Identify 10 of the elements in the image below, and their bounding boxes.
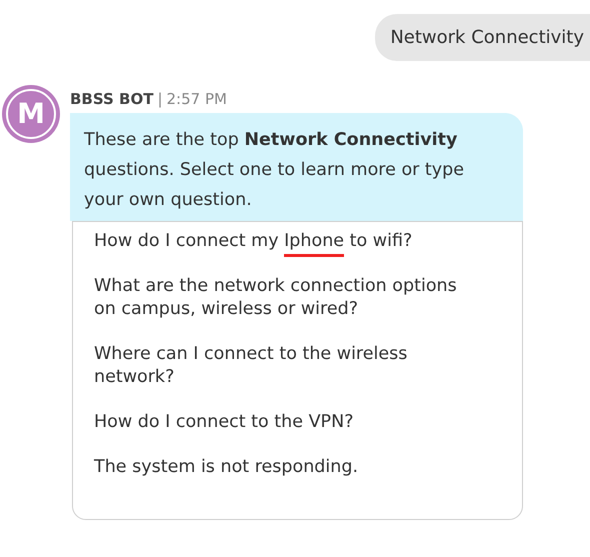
question-link[interactable]: What are the network connection options on campus, wireless or wired? <box>94 275 482 321</box>
avatar-letter: M <box>17 100 45 128</box>
sender-name: BBSS BOT <box>70 88 154 110</box>
message-time: 2:57 PM <box>166 88 227 110</box>
question-link[interactable]: The system is not responding. <box>94 456 482 479</box>
bot-message: These are the top Network Connectivity questions. Select one to learn more or type your own question. <box>70 113 523 221</box>
separator: | <box>157 88 162 110</box>
question-link[interactable]: Where can I connect to the wireless network? <box>94 343 482 389</box>
user-message: Network Connectivity <box>375 14 590 61</box>
question-link[interactable]: How do I connect to the VPN? <box>94 411 482 434</box>
